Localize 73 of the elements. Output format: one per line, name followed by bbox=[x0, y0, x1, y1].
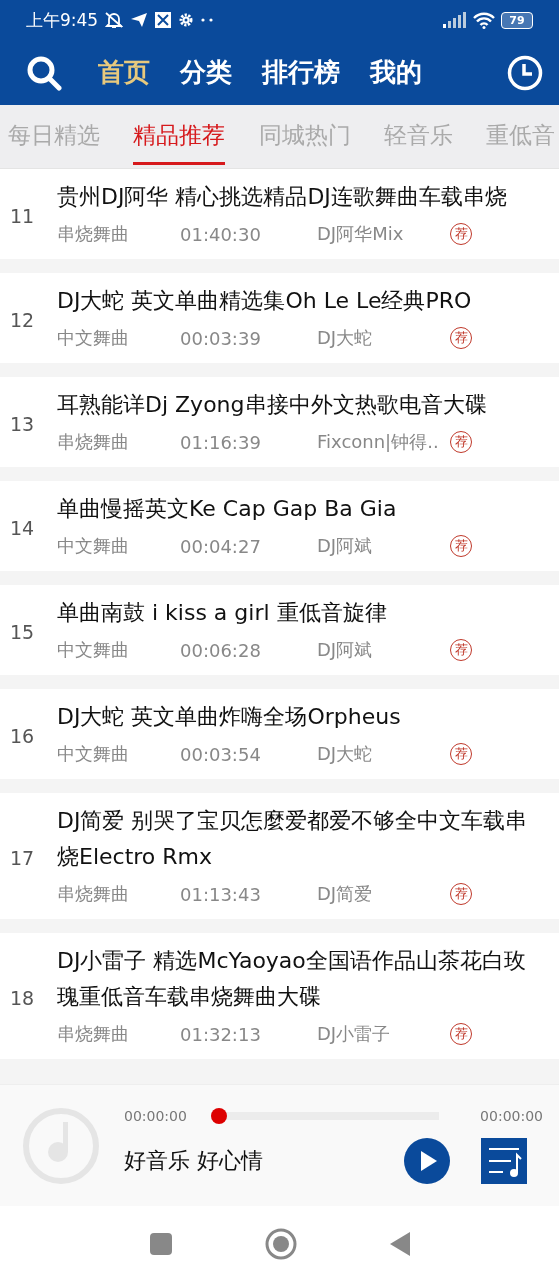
song-duration: 00:04:27 bbox=[180, 535, 262, 557]
song-row[interactable]: 15 单曲南鼓 i kiss a girl 重低音旋律 中文舞曲 00:06:28 DJ阿斌 荐 bbox=[0, 585, 559, 675]
song-title: DJ大蛇 英文单曲精选集Oh Le Le经典PRO bbox=[57, 287, 473, 315]
genre-label: 串烧舞曲 bbox=[57, 882, 130, 906]
artist-name: DJ阿斌 bbox=[317, 534, 374, 558]
song-duration: 00:06:28 bbox=[180, 639, 262, 661]
wifi-icon bbox=[473, 11, 495, 29]
more-dots-icon bbox=[200, 17, 215, 23]
song-number: 11 bbox=[9, 205, 36, 227]
progress-thumb[interactable] bbox=[210, 1107, 227, 1124]
song-number: 18 bbox=[9, 987, 36, 1009]
song-duration: 01:40:30 bbox=[180, 223, 262, 245]
search-icon[interactable] bbox=[26, 54, 62, 91]
song-duration: 00:03:39 bbox=[180, 327, 262, 349]
song-title: DJ简爱 别哭了宝贝怎麼爱都爱不够全中文车载串烧Electro Rmx bbox=[57, 807, 529, 871]
home-icon[interactable] bbox=[264, 1227, 297, 1260]
playlist-icon[interactable] bbox=[481, 1137, 527, 1184]
genre-label: 中文舞曲 bbox=[57, 638, 130, 662]
song-duration: 01:13:43 bbox=[180, 883, 262, 905]
genre-label: 串烧舞曲 bbox=[57, 222, 130, 246]
bell-off-icon bbox=[104, 11, 125, 29]
nav-tab[interactable]: 分类 bbox=[180, 55, 232, 90]
song-row[interactable]: 16 DJ大蛇 英文单曲炸嗨全场Orpheus 中文舞曲 00:03:54 DJ大蛇 荐 bbox=[0, 689, 559, 779]
song-duration: 01:32:13 bbox=[180, 1023, 262, 1045]
genre-label: 中文舞曲 bbox=[57, 326, 130, 350]
artist-name: DJ阿华Mix bbox=[317, 222, 405, 246]
recents-icon[interactable] bbox=[148, 1231, 173, 1256]
gear-icon bbox=[178, 12, 195, 28]
song-title: DJ大蛇 英文单曲炸嗨全场Orpheus bbox=[57, 703, 402, 731]
song-row[interactable]: 11 贵州DJ阿华 精心挑选精品DJ连歌舞曲车载串烧 串烧舞曲 01:40:30 DJ阿华Mix 荐 bbox=[0, 169, 559, 259]
artist-name: DJ大蛇 bbox=[317, 742, 374, 766]
battery-level: 79 bbox=[501, 11, 533, 29]
song-row[interactable]: 12 DJ大蛇 英文单曲精选集Oh Le Le经典PRO 中文舞曲 00:03:39 DJ大蛇 荐 bbox=[0, 273, 559, 363]
song-title: DJ小雷子 精选McYaoyao全国语作品山茶花白玫瑰重低音车载串烧舞曲大碟 bbox=[57, 947, 527, 1011]
category-tab[interactable]: 精品推荐 bbox=[133, 105, 226, 165]
artist-name: DJ小雷子 bbox=[317, 1022, 392, 1046]
artist-name: Fixconn|钟得.. bbox=[317, 430, 440, 454]
artist-name: DJ简爱 bbox=[317, 882, 374, 906]
artist-name: DJ大蛇 bbox=[317, 326, 374, 350]
song-row[interactable]: 13 耳熟能详Dj Zyong串接中外文热歌电音大碟 串烧舞曲 01:16:39 Fixconn|钟得.. 荐 bbox=[0, 377, 559, 467]
now-playing-title: 好音乐 好心情 bbox=[124, 1146, 264, 1175]
send-icon bbox=[130, 12, 149, 28]
artist-name: DJ阿斌 bbox=[317, 638, 374, 662]
song-duration: 01:16:39 bbox=[180, 431, 262, 453]
song-number: 13 bbox=[9, 413, 36, 435]
nav-tab[interactable]: 首页 bbox=[98, 55, 150, 90]
nav-tab[interactable]: 排行榜 bbox=[262, 55, 340, 90]
song-row[interactable]: 14 单曲慢摇英文Ke Cap Gap Ba Gia 中文舞曲 00:04:27 DJ阿斌 荐 bbox=[0, 481, 559, 571]
song-number: 17 bbox=[9, 847, 36, 869]
genre-label: 中文舞曲 bbox=[57, 742, 130, 766]
song-duration: 00:03:54 bbox=[180, 743, 262, 765]
song-title: 耳熟能详Dj Zyong串接中外文热歌电音大碟 bbox=[57, 391, 488, 419]
total-time: 00:00:00 bbox=[480, 1107, 543, 1124]
status-time: 上午9:45 bbox=[26, 8, 99, 32]
genre-label: 中文舞曲 bbox=[57, 534, 130, 558]
song-number: 15 bbox=[9, 621, 36, 643]
song-number: 16 bbox=[9, 725, 36, 747]
signal-icon bbox=[443, 12, 467, 28]
song-title: 单曲南鼓 i kiss a girl 重低音旋律 bbox=[57, 599, 388, 627]
elapsed-time: 00:00:00 bbox=[124, 1107, 187, 1124]
genre-label: 串烧舞曲 bbox=[57, 430, 130, 454]
song-number: 14 bbox=[9, 517, 36, 539]
back-icon[interactable] bbox=[388, 1230, 411, 1257]
app-icon bbox=[154, 11, 173, 29]
song-row[interactable]: 18 DJ小雷子 精选McYaoyao全国语作品山茶花白玫瑰重低音车载串烧舞曲大碟 串烧舞曲 01:32:13 DJ小雷子 荐 bbox=[0, 933, 559, 1059]
song-row[interactable]: 17 DJ简爱 别哭了宝贝怎麼爱都爱不够全中文车载串烧Electro Rmx 串烧舞曲 01:13:43 DJ简爱 荐 bbox=[0, 793, 559, 919]
song-title: 贵州DJ阿华 精心挑选精品DJ连歌舞曲车载串烧 bbox=[57, 183, 508, 211]
play-icon[interactable] bbox=[404, 1137, 450, 1184]
song-title: 单曲慢摇英文Ke Cap Gap Ba Gia bbox=[57, 495, 398, 523]
clock-icon[interactable] bbox=[507, 54, 543, 91]
genre-label: 串烧舞曲 bbox=[57, 1022, 130, 1046]
nav-tab[interactable]: 我的 bbox=[370, 55, 422, 90]
song-number: 12 bbox=[9, 309, 36, 331]
